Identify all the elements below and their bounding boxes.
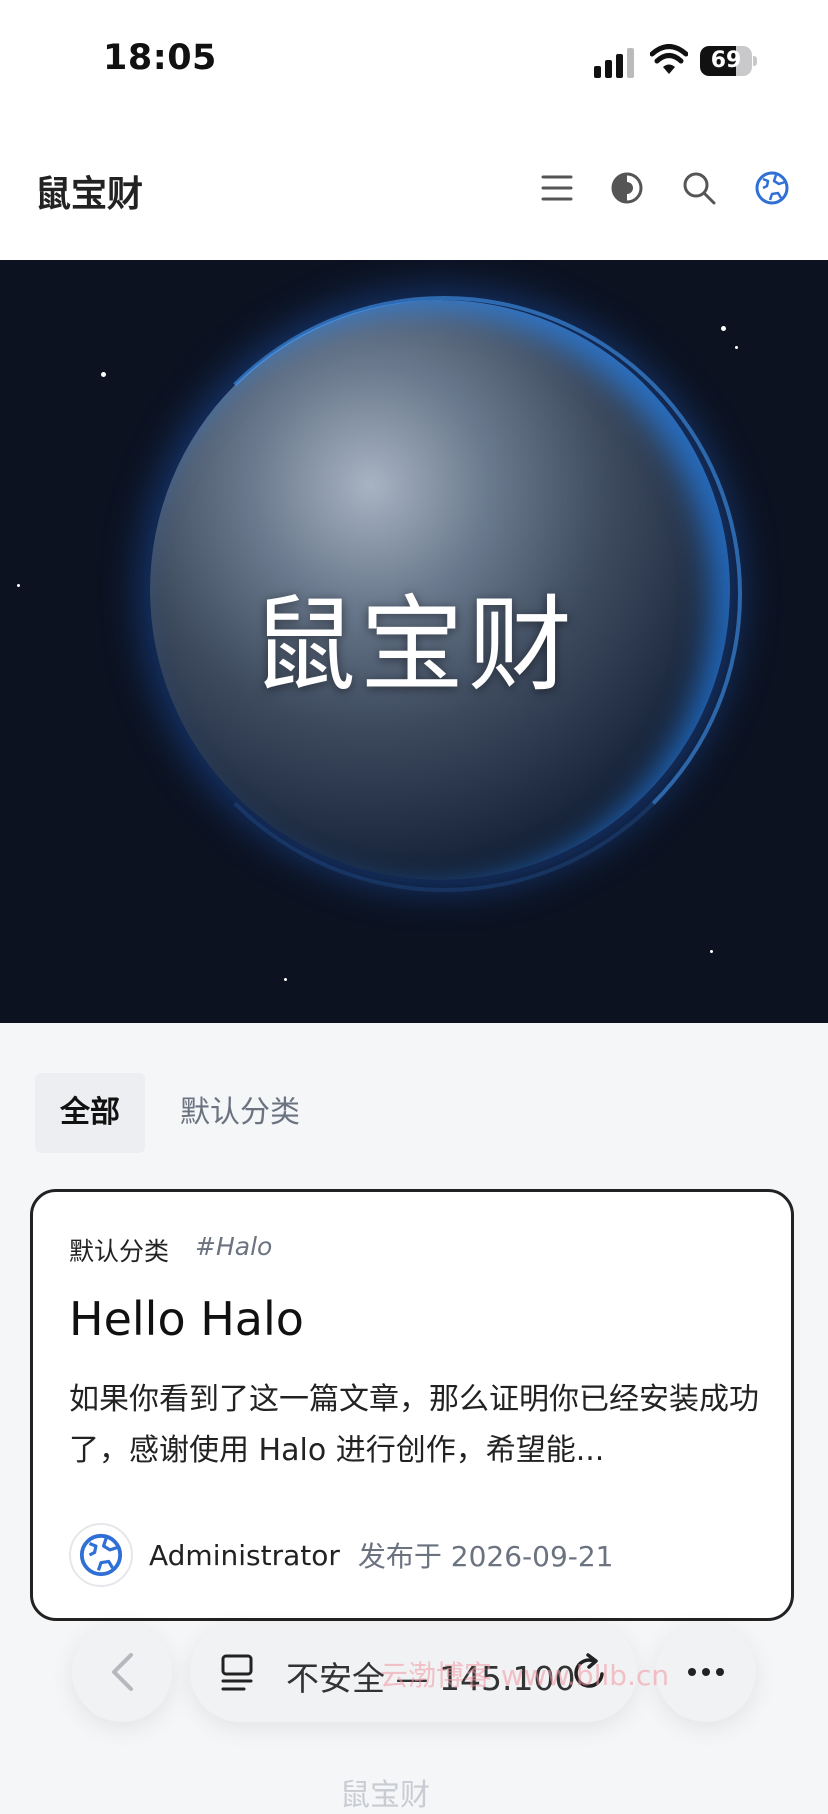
chevron-left-icon [112, 1653, 133, 1691]
post-meta: 默认分类 #Halo [69, 1232, 272, 1268]
post-category[interactable]: 默认分类 [69, 1232, 169, 1268]
post-excerpt: 如果你看到了这一篇文章，那么证明你已经安装成功了，感谢使用 Halo 进行创作，… [69, 1382, 759, 1468]
star [710, 950, 713, 953]
site-header: 鼠宝财 [0, 120, 828, 260]
battery-cap [753, 56, 757, 66]
reader-icon [221, 1654, 253, 1691]
post-footer: Administrator 发布于 2026-09-21 [69, 1522, 614, 1588]
tab-default-category[interactable]: 默认分类 [155, 1073, 325, 1153]
avatar[interactable] [69, 1523, 133, 1587]
star [284, 978, 287, 981]
post-date: 发布于 2026-09-21 [357, 1540, 614, 1573]
hero-title: 鼠宝财 [251, 584, 576, 706]
post-tag[interactable]: #Halo [195, 1232, 272, 1268]
hero-banner: 鼠宝财 [0, 260, 828, 1023]
tab-all[interactable]: 全部 [35, 1073, 145, 1153]
cellular-signal-icon [594, 48, 634, 78]
page-below-text: 鼠宝财 [340, 1778, 430, 1813]
globe-icon[interactable] [752, 168, 792, 208]
battery-body: 69 [700, 46, 752, 76]
battery-percent: 69 [710, 48, 742, 73]
wifi-icon [650, 44, 688, 74]
star [721, 326, 726, 331]
status-time: 18:05 [103, 38, 217, 78]
category-tabs: 全部 默认分类 [35, 1073, 325, 1153]
site-title[interactable]: 鼠宝财 [35, 165, 143, 217]
status-bar: 18:05 69 [0, 0, 828, 120]
star [735, 346, 738, 349]
more-icon [688, 1668, 724, 1676]
theme-toggle-icon[interactable] [607, 168, 647, 208]
more-button[interactable] [656, 1622, 756, 1722]
star [101, 372, 106, 377]
watermark: 云渤博客 www.bllb.cn [380, 1659, 670, 1692]
post-card[interactable]: 默认分类 #Halo Hello Halo 如果你看到了这一篇文章，那么证明你已… [30, 1189, 794, 1621]
search-icon[interactable] [679, 168, 719, 208]
post-title[interactable]: Hello Halo [69, 1292, 304, 1346]
menu-icon[interactable] [537, 168, 577, 208]
globe-icon [79, 1533, 123, 1577]
battery-indicator: 69 [700, 46, 757, 76]
back-button[interactable] [72, 1622, 172, 1722]
post-author[interactable]: Administrator [149, 1539, 340, 1572]
